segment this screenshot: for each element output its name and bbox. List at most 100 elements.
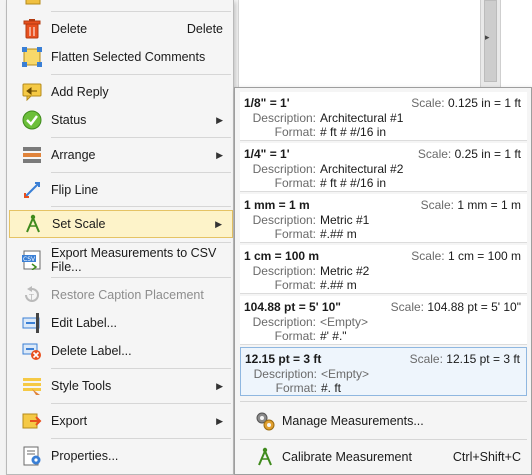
scale-option-6[interactable]: 12.15 pt = 3 ft Scale: 12.15 pt = 3 ft D… [240,347,527,396]
document-page [238,0,480,90]
delete-label: Delete [51,22,88,36]
calibrate-measurement-item[interactable]: Calibrate Measurement Ctrl+Shift+C [240,443,527,471]
compass-icon [22,213,44,235]
restore-caption-label: Restore Caption Placement [51,288,204,302]
status-label: Status [51,113,87,127]
description-value: Architectural #1 [320,111,404,125]
menu-separator [51,403,231,404]
arrange-label: Arrange [51,148,96,162]
restore-caption-menu-item[interactable]: T Restore Caption Placement [9,281,233,309]
description-label: Description: [253,367,317,381]
scale-value: Scale: 1 cm = 100 m [411,249,521,263]
flip-line-icon [21,179,43,201]
description-label: Description: [252,264,316,278]
scale-name: 1/4" = 1' [244,147,290,161]
description-value: <Empty> [321,367,370,381]
description-label: Description: [252,315,316,329]
format-label: Format: [274,125,316,139]
properties-icon [21,445,43,467]
csv-file-icon: CSV [21,249,43,271]
format-label: Format: [274,227,316,241]
menu-separator [51,368,231,369]
reply-icon [21,81,43,103]
submenu-arrow-icon: ▶ [216,149,223,160]
partial-item-icon [23,0,45,6]
submenu-arrow-icon: ▶ [216,114,223,125]
menu-separator [51,137,231,138]
properties-label: Properties... [51,449,119,463]
calibrate-shortcut: Ctrl+Shift+C [452,450,521,464]
menu-separator [51,206,231,207]
format-value: #.## m [320,278,357,292]
flatten-label: Flatten Selected Comments [51,50,206,64]
arrange-icon [21,144,43,166]
format-value: # ft # #/16 in [320,125,387,139]
scale-value: Scale: 0.25 in = 1 ft [417,147,521,161]
manage-measurements-item[interactable]: Manage Measurements... [240,407,527,435]
scale-option-2[interactable]: 1/4" = 1' Scale: 0.25 in = 1 ft Descript… [240,143,527,192]
style-tools-menu-item[interactable]: Style Tools ▶ [9,372,233,400]
menu-separator [51,438,231,439]
flatten-comments-menu-item[interactable]: Flatten Selected Comments [9,43,233,71]
scale-option-3[interactable]: 1 mm = 1 m Scale: 1 mm = 1 m Description… [240,194,527,243]
flatten-icon [21,46,43,68]
scale-value: Scale: 1 mm = 1 m [420,198,521,212]
flip-line-menu-item[interactable]: Flip Line [9,176,233,204]
scale-value: Scale: 12.15 pt = 3 ft [409,352,520,366]
submenu-separator [240,439,527,440]
manage-measurements-label: Manage Measurements... [282,414,424,428]
scroll-arrow-icon[interactable]: ▸ [485,32,490,43]
properties-menu-item[interactable]: Properties... [9,442,233,470]
vertical-scrollbar[interactable]: ▸ [480,0,500,90]
add-reply-label: Add Reply [51,85,109,99]
arrange-menu-item[interactable]: Arrange ▶ [9,141,233,169]
delete-label-menu-item[interactable]: Delete Label... [9,337,233,365]
compass-icon [254,446,276,468]
add-reply-menu-item[interactable]: Add Reply [9,78,233,106]
checkmark-icon [21,109,43,131]
format-label: Format: [275,381,317,395]
format-label: Format: [274,176,316,190]
svg-text:CSV: CSV [23,256,36,263]
edit-label-text: Edit Label... [51,316,118,330]
description-value: Metric #2 [320,264,370,278]
context-menu: Delete Delete Flatten Selected Comments … [6,0,234,475]
scale-option-1[interactable]: 1/8" = 1' Scale: 0.125 in = 1 ft Descrip… [240,92,527,141]
description-value: Architectural #2 [320,162,404,176]
format-label: Format: [274,278,316,292]
description-value: <Empty> [320,315,369,329]
delete-label-icon [21,340,43,362]
export-label: Export [51,414,88,428]
trash-icon [21,18,43,40]
menu-separator [51,242,231,243]
status-menu-item[interactable]: Status ▶ [9,106,233,134]
scale-option-5[interactable]: 104.88 pt = 5' 10" Scale: 104.88 pt = 5'… [240,296,527,345]
export-menu-item[interactable]: Export ▶ [9,407,233,435]
format-value: #. ft [321,381,342,395]
menu-separator [51,172,231,173]
set-scale-submenu: 1/8" = 1' Scale: 0.125 in = 1 ft Descrip… [234,87,532,475]
export-csv-label: Export Measurements to CSV File... [51,246,217,274]
submenu-arrow-icon: ▶ [216,415,223,426]
submenu-arrow-icon: ▶ [216,380,223,391]
delete-menu-item[interactable]: Delete Delete [9,15,233,43]
style-tools-icon [21,375,43,397]
calibrate-measurement-label: Calibrate Measurement [282,450,412,464]
side-panel [500,0,532,90]
description-value: Metric #1 [320,213,370,227]
set-scale-menu-item[interactable]: Set Scale ▶ [9,210,233,238]
scale-name: 12.15 pt = 3 ft [245,352,322,366]
scale-option-4[interactable]: 1 cm = 100 m Scale: 1 cm = 100 m Descrip… [240,245,527,294]
menu-separator [51,277,231,278]
format-value: #' #." [320,329,347,343]
menu-separator [51,11,231,12]
format-label: Format: [274,329,316,343]
flip-line-label: Flip Line [51,183,99,197]
scale-name: 1 cm = 100 m [244,249,320,263]
scale-name: 104.88 pt = 5' 10" [244,300,341,314]
export-csv-menu-item[interactable]: CSV Export Measurements to CSV File... [9,246,233,274]
svg-text:T: T [28,293,34,302]
scale-value: Scale: 0.125 in = 1 ft [411,96,521,110]
edit-label-menu-item[interactable]: Edit Label... [9,309,233,337]
scale-name: 1 mm = 1 m [244,198,310,212]
